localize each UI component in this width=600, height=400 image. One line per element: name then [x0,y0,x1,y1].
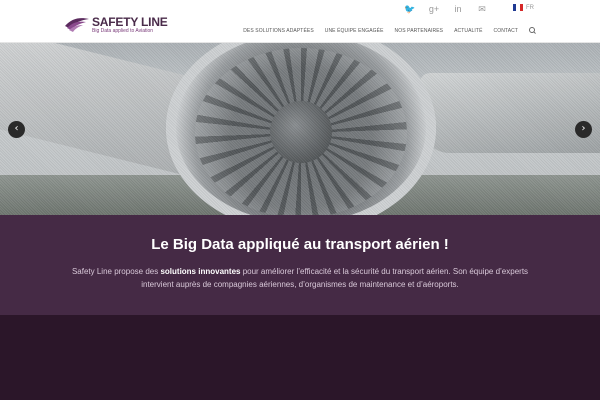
site-header: SAFETY LINE Big Data applied to Aviation… [0,16,600,43]
main-nav: DES SOLUTIONS ADAPTÉES UNE ÉQUIPE ENGAGÉ… [243,27,536,34]
logo-wing-icon [64,16,90,34]
nav-actualite[interactable]: ACTUALITÉ [454,28,482,34]
next-section [0,315,600,400]
nav-solutions[interactable]: DES SOLUTIONS ADAPTÉES [243,28,314,34]
linkedin-icon[interactable]: in [452,3,464,15]
intro-text-part: Safety Line propose des [71,267,161,276]
intro-text-bold: solutions innovantes [160,267,241,276]
logo[interactable]: SAFETY LINE Big Data applied to Aviation [64,16,168,34]
language-label: FR [526,4,534,11]
intro-text: Safety Line propose des solutions innova… [60,265,540,291]
intro-section: Le Big Data appliqué au transport aérien… [0,215,600,315]
twitter-icon[interactable]: 🐦 [404,3,416,15]
flag-fr-icon [513,4,523,11]
slider-prev-button[interactable]: ‹ [8,121,25,138]
nav-equipe[interactable]: UNE ÉQUIPE ENGAGÉE [325,28,384,34]
logo-title: SAFETY LINE [92,15,168,29]
intro-title: Le Big Data appliqué au transport aérien… [151,236,449,253]
search-icon[interactable] [529,27,536,34]
mail-icon[interactable]: ✉ [476,3,488,15]
google-plus-icon[interactable]: g+ [428,3,440,15]
language-switch[interactable]: FR [513,4,534,11]
nav-partenaires[interactable]: NOS PARTENAIRES [395,28,444,34]
hero-slider: ‹ › [0,43,600,215]
nav-contact[interactable]: CONTACT [494,28,519,34]
hero-overlay-pattern [0,43,600,215]
slider-next-button[interactable]: › [575,121,592,138]
